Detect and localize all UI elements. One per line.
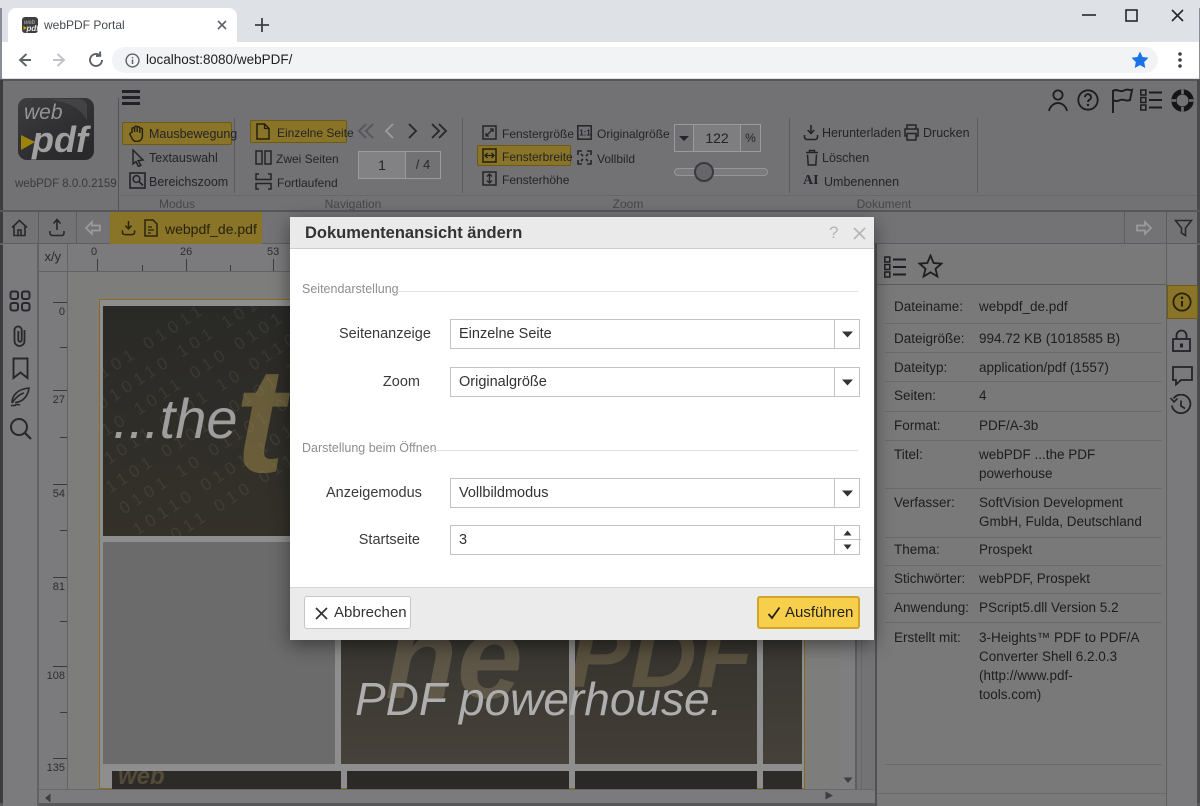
svg-text:1:1: 1:1 <box>579 129 591 138</box>
svg-text:pdf: pdf <box>31 119 91 160</box>
svg-text:pdf: pdf <box>26 24 39 33</box>
